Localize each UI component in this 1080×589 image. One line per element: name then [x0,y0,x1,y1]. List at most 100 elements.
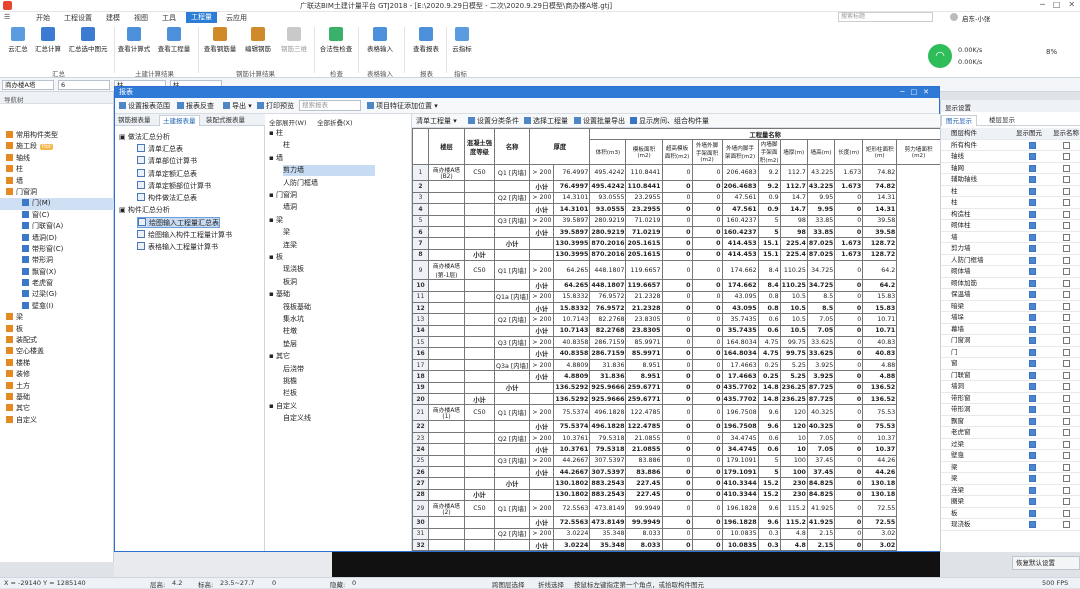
show-element-checkbox[interactable] [1029,153,1036,160]
table-row[interactable]: 32小计3.022435.3488.0330010.08350.34.82.15… [413,539,941,550]
nav-item[interactable]: 板 [0,324,114,335]
show-name-checkbox[interactable] [1063,498,1070,505]
show-element-checkbox[interactable] [1029,268,1036,275]
tab-tools[interactable]: 工具 [162,13,176,23]
table-row[interactable]: 8小计130.3995870.2016205.161500414.45315.1… [413,249,941,260]
table-row[interactable]: 23Q2 [内墙]> 20010.376179.531821.08550034.… [413,432,941,443]
table-row[interactable]: 29商办楼A塔 (2)C50Q1 [内墙]> 20072.5563473.814… [413,501,941,517]
collapse-icon[interactable]: ▣ [119,133,128,141]
show-name-checkbox[interactable] [1063,314,1070,321]
show-element-checkbox[interactable] [1029,337,1036,344]
collapse-icon[interactable]: ▣ [119,206,128,214]
table-row[interactable]: 12小计15.833276.957221.23280043.0950.810.5… [413,302,941,313]
select-quantity-button[interactable]: 选择工程量 [524,116,568,126]
window-controls-icon[interactable]: ─□✕ [1040,0,1080,9]
expand-all-button[interactable]: 全部展开(W) [269,117,307,127]
nav-item[interactable]: 墙洞(D) [0,233,114,244]
collapse-icon[interactable]: ▪ [269,191,276,199]
table-row[interactable]: 9商办楼A塔 (第-1层)C50Q1 [内墙]> 20064.265448.18… [413,261,941,280]
collapse-icon[interactable]: ▪ [269,402,276,410]
report-tree-item[interactable]: 表格输入工程量计算书 [137,242,218,253]
nav-item[interactable]: 带形窗(C) [0,244,114,255]
tab-modeling[interactable]: 建模 [106,13,120,23]
view-report-button[interactable]: 查看报表 [408,27,444,53]
table-row[interactable]: 2小计76.4997495.4242110.844100206.46839.21… [413,181,941,192]
show-name-checkbox[interactable] [1063,222,1070,229]
show-name-checkbox[interactable] [1063,521,1070,528]
nav-item[interactable]: 过梁(G) [0,289,114,300]
nav-item[interactable]: 自定义 [0,415,114,426]
show-element-checkbox[interactable] [1029,498,1036,505]
filter-item[interactable]: 墙洞 [283,202,297,213]
table-row[interactable]: 19小计136.5292925.9666259.677100435.770214… [413,382,941,393]
nav-item[interactable]: 空心楼盖 [0,346,114,357]
report-tree-item[interactable]: 清单汇总表 [137,144,183,155]
filter-item[interactable]: 现浇板 [283,264,304,275]
show-name-checkbox[interactable] [1063,280,1070,287]
floor-select[interactable]: 商办楼A塔 [2,80,54,90]
collapse-icon[interactable]: ▪ [269,253,276,261]
table-row[interactable]: 14小计10.714382.276823.83050035.74350.610.… [413,325,941,336]
show-name-checkbox[interactable] [1063,510,1070,517]
filter-item[interactable]: ▪ 柱 [269,128,283,139]
show-element-checkbox[interactable] [1029,510,1036,517]
show-name-checkbox[interactable] [1063,487,1070,494]
show-name-checkbox[interactable] [1063,188,1070,195]
show-element-checkbox[interactable] [1029,349,1036,356]
summary-calc-button[interactable]: 汇总计算 [30,27,66,53]
show-element-checkbox[interactable] [1029,245,1036,252]
table-row[interactable]: 3Q2 [内墙]> 20014.310193.055523.29550047.5… [413,192,941,203]
search-input[interactable]: 搜索标题 [838,12,933,22]
rebar-3d-button[interactable]: 钢筋三维 [276,27,312,53]
report-reverse-lookup-button[interactable]: 报表反查 [177,101,214,111]
show-name-checkbox[interactable] [1063,142,1070,149]
filter-item[interactable]: 梁 [283,227,290,238]
show-name-checkbox[interactable] [1063,291,1070,298]
feature-position-button[interactable]: 项目特征添加位置 ▾ [367,101,438,111]
show-element-checkbox[interactable] [1029,199,1036,206]
tab-prefab-report[interactable]: 装配式报表量 [203,115,248,126]
filter-item[interactable]: 剪力墙 [283,165,375,176]
show-name-checkbox[interactable] [1063,303,1070,310]
nav-item[interactable]: 装修 [0,369,114,380]
table-row[interactable]: 27小计130.1802883.2543227.4500410.334415.2… [413,478,941,489]
show-name-checkbox[interactable] [1063,199,1070,206]
show-name-checkbox[interactable] [1063,153,1070,160]
show-name-checkbox[interactable] [1063,429,1070,436]
collapse-icon[interactable]: ▪ [269,352,276,360]
dialog-window-controls-icon[interactable]: ─□✕ [900,87,935,98]
show-name-checkbox[interactable] [1063,245,1070,252]
show-element-checkbox[interactable] [1029,211,1036,218]
show-element-checkbox[interactable] [1029,487,1036,494]
show-element-checkbox[interactable] [1029,326,1036,333]
show-room-checkbox[interactable]: 显示房间、组合构件量 [630,116,709,126]
show-element-checkbox[interactable] [1029,372,1036,379]
table-row[interactable]: 1商办楼A塔 (B2)C50Q1 [内墙]> 20076.4997495.424… [413,165,941,181]
filter-item[interactable]: 筏板基础 [283,302,311,313]
show-name-checkbox[interactable] [1063,464,1070,471]
filter-item[interactable]: ▪ 梁 [269,215,283,226]
show-name-checkbox[interactable] [1063,176,1070,183]
cloud-index-button[interactable]: 云指标 [444,27,480,53]
nav-item[interactable]: 轴线 [0,153,114,164]
drawing-canvas[interactable] [332,552,940,577]
report-tree-item[interactable]: 绘图输入工程量汇总表 [137,217,220,228]
filter-item[interactable]: ▪ 墙 [269,153,283,164]
set-report-range-button[interactable]: 设置报表范围 [119,101,170,111]
show-element-checkbox[interactable] [1029,395,1036,402]
table-row[interactable]: 24小计10.376179.531821.08550034.47450.6107… [413,444,941,455]
show-name-checkbox[interactable] [1063,349,1070,356]
summary-selected-button[interactable]: 汇总选中图元 [66,27,110,53]
table-input-button[interactable]: 表格输入 [362,27,398,53]
tab-start[interactable]: 开始 [36,13,50,23]
show-element-checkbox[interactable] [1029,475,1036,482]
nav-item[interactable]: 飘窗(X) [0,267,114,278]
export-button[interactable]: 导出 ▾ [223,101,252,111]
table-row[interactable]: 17Q3a [内墙]> 2004.880931.8368.9510017.466… [413,359,941,370]
filter-item[interactable]: 挑檐 [283,376,297,387]
table-row[interactable]: 7小计130.3995870.2016205.161500414.45315.1… [413,238,941,249]
show-element-checkbox[interactable] [1029,303,1036,310]
collapse-icon[interactable]: ▪ [269,154,276,162]
nav-item[interactable]: 带形洞 [0,255,114,266]
set-category-button[interactable]: 设置分类条件 [468,116,519,126]
